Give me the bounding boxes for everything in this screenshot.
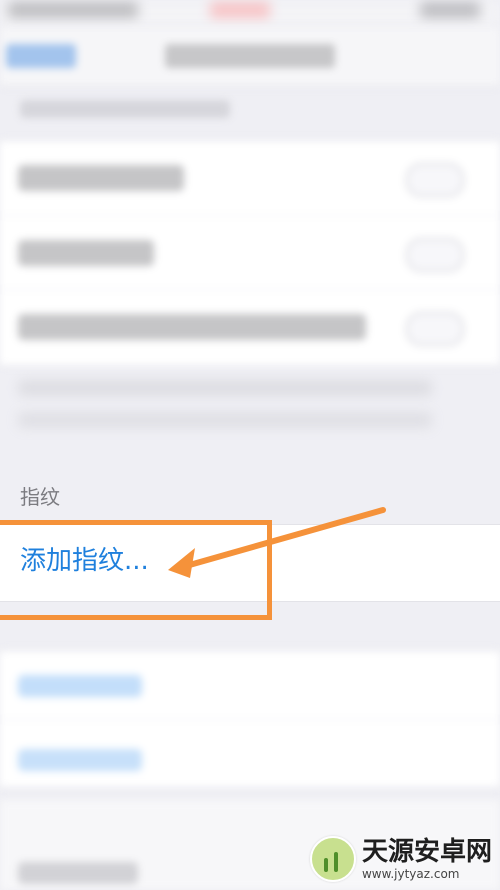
page-title <box>165 44 335 68</box>
fingerprint-section-header: 指纹 <box>20 485 60 509</box>
watermark-text: 天源安卓网 www.jytyaz.com <box>362 839 492 880</box>
watermark-url: www.jytyaz.com <box>361 866 460 881</box>
group-divider <box>0 719 500 720</box>
status-left-blur <box>8 2 138 18</box>
toggle-row[interactable] <box>0 141 500 215</box>
footnote-blur <box>18 412 432 428</box>
status-center-blur <box>210 2 270 18</box>
toggle-switch[interactable] <box>406 238 464 272</box>
section-header-blur <box>20 100 230 118</box>
watermark: 天源安卓网 www.jytyaz.com <box>309 836 492 882</box>
toggle-switch[interactable] <box>406 163 464 197</box>
fingerprint-actions-group <box>0 650 500 788</box>
status-right-blur <box>420 2 480 18</box>
back-button[interactable] <box>6 44 76 68</box>
settings-screen: 指纹 添加指纹... 天源安卓网 www.jytyaz.com <box>0 0 500 890</box>
row-label-blur <box>18 165 184 191</box>
navigation-bar <box>0 28 500 87</box>
footnote-blur <box>18 380 432 396</box>
touch-id-usage-group <box>0 140 500 366</box>
logo-icon <box>309 836 356 882</box>
toggle-row[interactable] <box>0 215 500 290</box>
blurred-action-link[interactable] <box>18 675 142 697</box>
toggle-switch[interactable] <box>406 312 464 346</box>
toggle-row[interactable] <box>0 289 500 364</box>
watermark-title: 天源安卓网 <box>361 836 492 867</box>
row-label-blur <box>18 240 154 266</box>
bottom-label-blur <box>18 862 138 884</box>
row-label-blur <box>18 314 366 340</box>
status-bar <box>0 0 500 28</box>
highlight-box <box>0 520 272 620</box>
blurred-action-link[interactable] <box>18 749 142 771</box>
